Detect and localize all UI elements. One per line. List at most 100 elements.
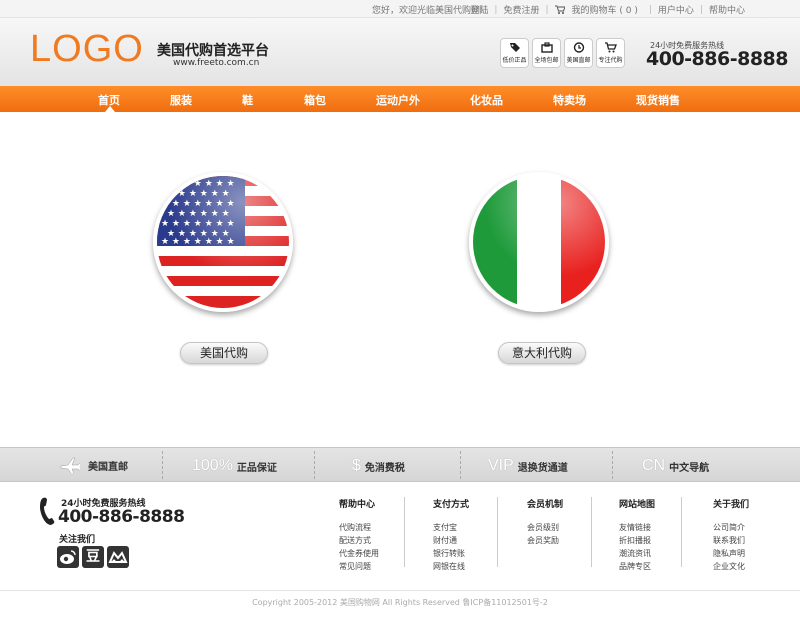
nav-item-cosmetics[interactable]: 化妆品 xyxy=(470,92,503,108)
footer-link[interactable]: 潮流资讯 xyxy=(619,547,655,560)
weibo-icon[interactable] xyxy=(57,546,79,568)
feature-chinese-nav: CN 中文导航 xyxy=(642,457,709,475)
copyright-text: Copyright 2005-2012 美国购物网 All Rights Res… xyxy=(0,590,800,608)
usa-purchase-button[interactable]: 美国代购 xyxy=(180,342,268,364)
footer-link[interactable]: 网银在线 xyxy=(433,560,469,573)
divider xyxy=(612,451,613,479)
help-center-link[interactable]: 帮助中心 xyxy=(704,3,750,16)
top-links: 登陆 | 免费注册 | 我的购物车 ( 0 ) | 用户中心 | 帮助中心 xyxy=(465,3,750,17)
footer-link[interactable]: 隐私声明 xyxy=(713,547,749,560)
usa-flag[interactable]: ★ ★ ★ ★ ★ ★ ★ ★ ★ ★ ★ ★ ★ ★ ★ ★ ★ ★ ★ ★ … xyxy=(153,172,293,312)
active-indicator xyxy=(105,106,115,112)
nav-item-sale[interactable]: 特卖场 xyxy=(553,92,586,108)
feature-label: 退换货通道 xyxy=(517,462,568,474)
user-center-link[interactable]: 用户中心 xyxy=(653,3,699,16)
cart-link[interactable]: 我的购物车 ( 0 ) xyxy=(550,3,648,16)
footer-link[interactable]: 企业文化 xyxy=(713,560,749,573)
feature-tax-free: $ 免消费税 xyxy=(352,457,405,475)
register-link[interactable]: 免费注册 xyxy=(498,3,544,16)
header: LOGO 美国代购首选平台 www.freeto.com.cn 低价正品 全场包… xyxy=(0,18,800,86)
footer-link[interactable]: 银行转账 xyxy=(433,547,469,560)
kaixin-glyph xyxy=(108,551,128,563)
feature-big-text: $ xyxy=(352,457,361,474)
footer-col-help: 帮助中心 代购流程 配送方式 代金券使用 常见问题 xyxy=(339,497,379,573)
nav-item-outdoor[interactable]: 运动户外 xyxy=(376,92,420,108)
footer-link[interactable]: 代金券使用 xyxy=(339,547,379,560)
site-name: 美国代购首选平台 xyxy=(157,43,269,59)
badge-label: 专注代购 xyxy=(598,57,623,64)
nav-item-clothing[interactable]: 服装 xyxy=(170,92,192,108)
footer-link[interactable]: 支付宝 xyxy=(433,521,469,534)
login-link[interactable]: 登陆 xyxy=(465,3,493,16)
footer-link[interactable]: 配送方式 xyxy=(339,534,379,547)
footer-link[interactable]: 常见问题 xyxy=(339,560,379,573)
footer-col-title: 帮助中心 xyxy=(339,500,376,510)
nav-item-in-stock[interactable]: 现货销售 xyxy=(636,92,680,108)
footer-link[interactable]: 会员奖励 xyxy=(527,534,563,547)
footer-col-sitemap: 网站地图 友情链接 折扣播报 潮流资讯 品牌专区 xyxy=(619,497,655,573)
feature-direct-mail: 美国直邮 xyxy=(60,457,128,473)
footer-hotline-number: 400-886-8888 xyxy=(58,507,185,527)
cart-icon xyxy=(604,42,617,53)
badge-low-price: 低价正品 xyxy=(500,38,529,68)
package-icon xyxy=(540,42,553,53)
footer-link[interactable]: 会员级别 xyxy=(527,521,563,534)
kaixin-icon[interactable] xyxy=(107,546,129,568)
footer-col-payment: 支付方式 支付宝 财付通 银行转账 网银在线 xyxy=(433,497,469,573)
flag-gloss xyxy=(157,176,289,308)
badge-free-shipping: 全场包邮 xyxy=(532,38,561,68)
footer-link[interactable]: 公司简介 xyxy=(713,521,749,534)
badge-direct-mail: 美国直邮 xyxy=(564,38,593,68)
badge-label: 全场包邮 xyxy=(534,57,559,64)
footer-col-title: 支付方式 xyxy=(433,500,470,510)
footer-link[interactable]: 联系我们 xyxy=(713,534,749,547)
top-bar: 您好，欢迎光临美国代购网! 登陆 | 免费注册 | 我的购物车 ( 0 ) | … xyxy=(0,0,800,18)
footer-col-title: 关于我们 xyxy=(713,500,750,510)
footer-link[interactable]: 品牌专区 xyxy=(619,560,655,573)
italy-flag[interactable] xyxy=(469,172,609,312)
weibo-glyph xyxy=(60,550,76,564)
cart-label: 我的购物车 ( 0 ) xyxy=(571,6,638,16)
feature-big-text: 100% xyxy=(192,457,233,474)
divider xyxy=(681,497,682,567)
divider xyxy=(404,497,405,567)
hotline-number: 400-886-8888 xyxy=(646,48,788,70)
phone-icon xyxy=(40,497,55,525)
flag-gloss xyxy=(473,176,605,308)
clock-icon xyxy=(573,42,584,53)
footer-col-about: 关于我们 公司简介 联系我们 隐私声明 企业文化 xyxy=(713,497,749,573)
feature-strip: 美国直邮 100% 正品保证 $ 免消费税 VIP 退换货通道 CN 中文导航 xyxy=(0,447,800,482)
divider xyxy=(314,451,315,479)
footer-col-title: 网站地图 xyxy=(619,500,656,510)
footer-link[interactable]: 友情链接 xyxy=(619,521,655,534)
site-url: www.freeto.com.cn xyxy=(173,58,260,68)
service-badges: 低价正品 全场包邮 美国直邮 专注代购 xyxy=(500,38,625,68)
footer-link[interactable]: 代购流程 xyxy=(339,521,379,534)
follow-us-label: 关注我们 xyxy=(59,535,96,545)
cart-icon xyxy=(554,5,565,14)
tag-icon xyxy=(509,43,520,52)
badge-dedicated: 专注代购 xyxy=(596,38,625,68)
footer-col-membership: 会员机制 会员级别 会员奖励 xyxy=(527,497,563,547)
feature-vip-return: VIP 退换货通道 xyxy=(488,457,568,475)
badge-label: 低价正品 xyxy=(502,57,527,64)
feature-label: 中文导航 xyxy=(669,462,710,474)
site-logo[interactable]: LOGO xyxy=(30,28,144,71)
divider xyxy=(591,497,592,567)
italy-purchase-button[interactable]: 意大利代购 xyxy=(498,342,586,364)
feature-authentic: 100% 正品保证 xyxy=(192,457,277,475)
feature-label: 美国直邮 xyxy=(88,461,128,473)
badge-label: 美国直邮 xyxy=(566,57,591,64)
divider xyxy=(460,451,461,479)
footer-col-title: 会员机制 xyxy=(527,500,564,510)
feature-label: 正品保证 xyxy=(236,462,277,474)
plane-icon xyxy=(60,457,80,473)
feature-big-text: CN xyxy=(642,457,666,474)
nav-item-shoes[interactable]: 鞋 xyxy=(242,92,253,108)
douban-icon[interactable]: 豆 xyxy=(82,546,104,568)
footer-link[interactable]: 财付通 xyxy=(433,534,469,547)
footer-link[interactable]: 折扣播报 xyxy=(619,534,655,547)
nav-item-bags[interactable]: 箱包 xyxy=(304,92,326,108)
feature-label: 免消费税 xyxy=(364,462,405,474)
divider xyxy=(162,451,163,479)
